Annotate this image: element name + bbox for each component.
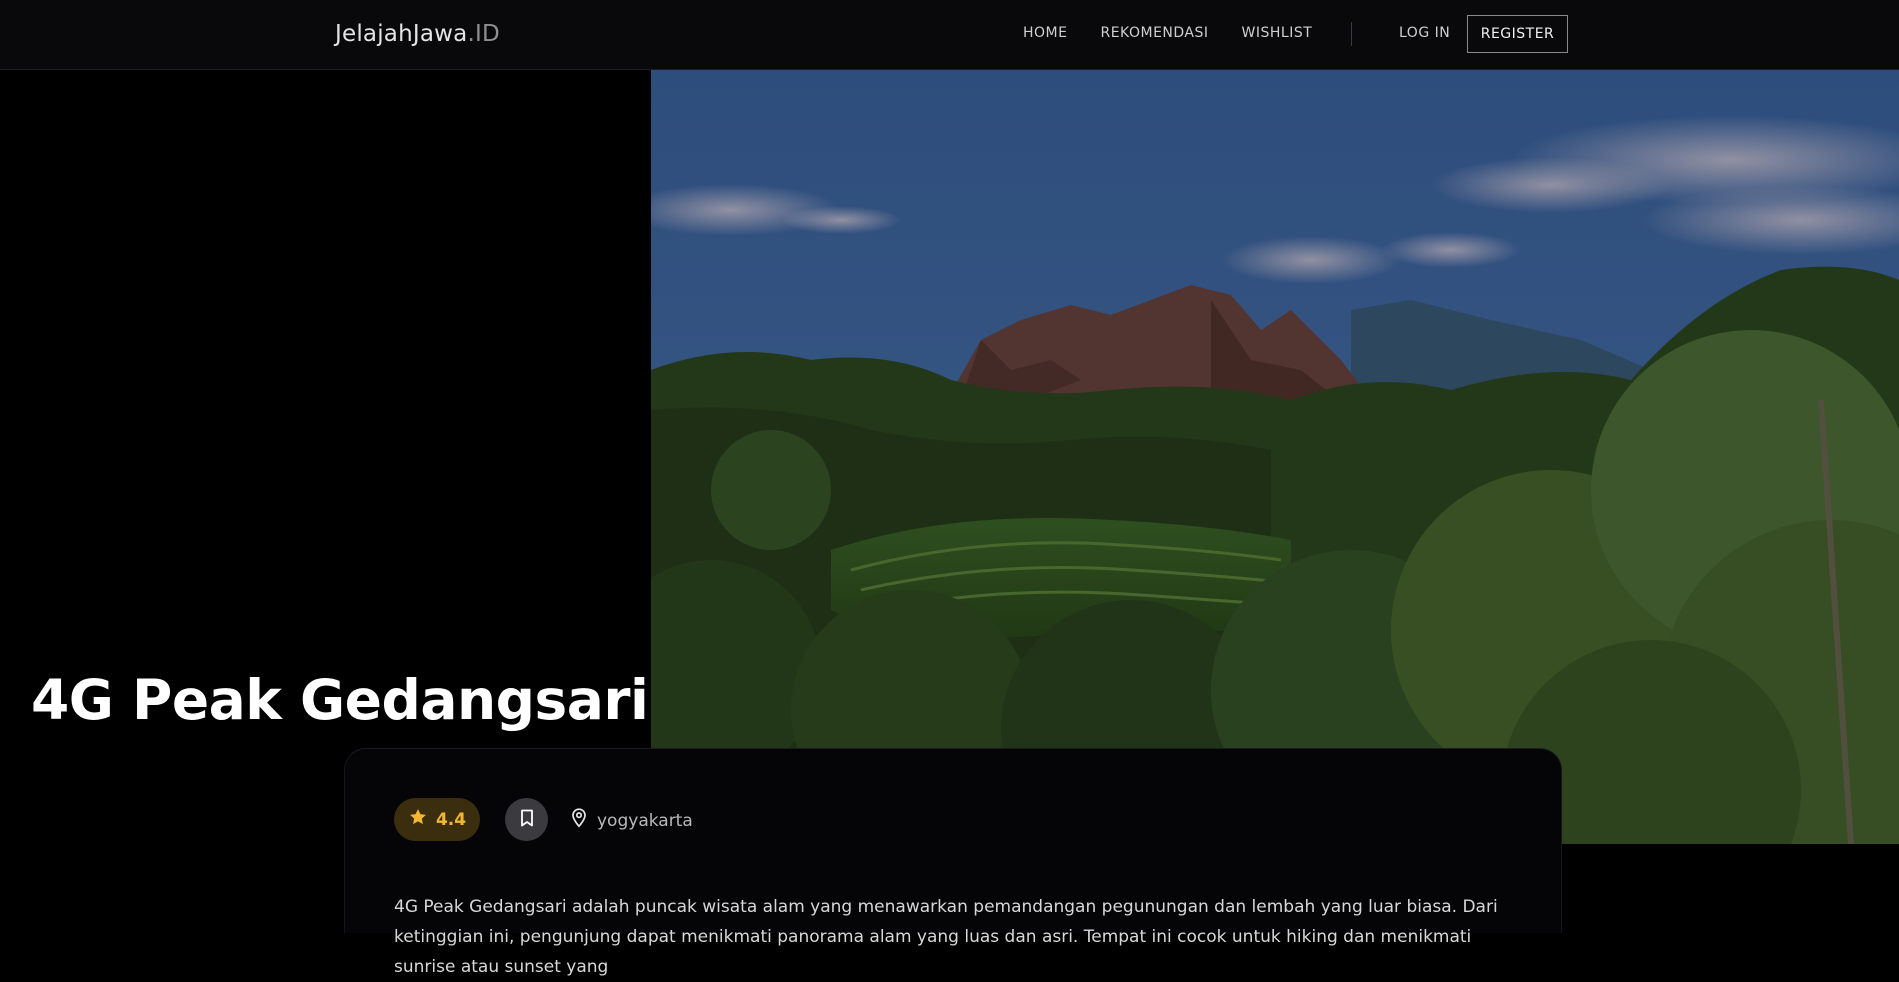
nav-rekomendasi[interactable]: REKOMENDASI: [1100, 25, 1208, 41]
star-icon: [408, 807, 428, 832]
brand-name: JelajahJawa: [335, 21, 468, 47]
hero-landscape-image: [651, 70, 1899, 844]
place-info-card: 4.4 yogyakarta 4G Peak Gedangsari adalah…: [344, 748, 1562, 977]
map-pin-icon: [571, 808, 587, 833]
brand-logo[interactable]: JelajahJawa.ID: [335, 21, 500, 47]
location-info: yogyakarta: [571, 808, 693, 833]
nav-divider: [1351, 22, 1352, 46]
place-description: 4G Peak Gedangsari adalah puncak wisata …: [394, 897, 1498, 977]
place-title: 4G Peak Gedangsari: [31, 668, 649, 732]
rating-value: 4.4: [435, 809, 467, 830]
nav-wishlist[interactable]: WISHLIST: [1242, 25, 1313, 41]
bookmark-icon: [519, 809, 535, 831]
top-navbar: JelajahJawa.ID HOME REKOMENDASI WISHLIST…: [0, 0, 1899, 70]
login-link[interactable]: LOG IN: [1399, 25, 1450, 41]
register-button[interactable]: REGISTER: [1467, 15, 1568, 53]
rating-badge: 4.4: [394, 798, 480, 841]
wishlist-bookmark-button[interactable]: [505, 798, 548, 841]
nav-home[interactable]: HOME: [1023, 25, 1067, 41]
nav-links: HOME REKOMENDASI WISHLIST: [1023, 25, 1345, 41]
brand-suffix: .ID: [467, 21, 500, 47]
location-text: yogyakarta: [597, 810, 693, 831]
